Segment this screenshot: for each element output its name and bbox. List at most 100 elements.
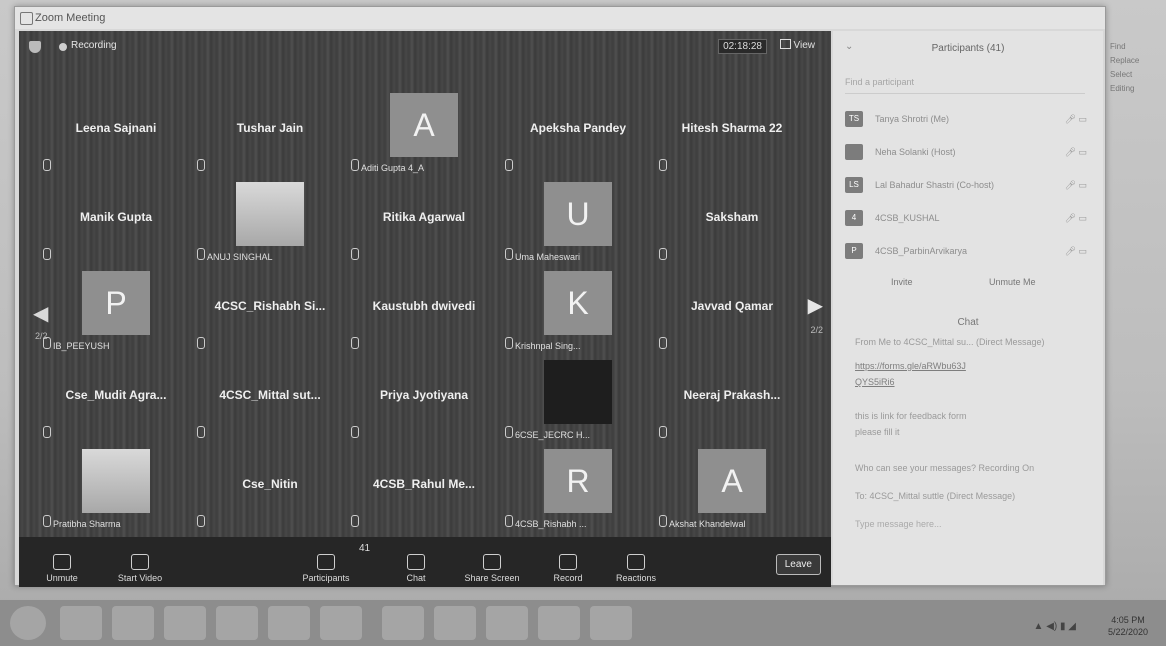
participant-row[interactable]: Neha Solanki (Host) 🎤︎ ▭ [845,142,1095,164]
participant-name: Neeraj Prakash... [683,388,781,402]
ribbon-item: Replace [1110,56,1140,65]
muted-mic-icon [505,248,513,260]
participant-tile[interactable]: Cse_Mudit Agra... [39,358,193,444]
participant-name: Priya Jyotiyana [379,388,469,402]
taskbar-app-icon[interactable] [268,606,310,640]
participants-icon [317,554,335,570]
chat-recording-notice: Who can see your messages? Recording On [855,463,1035,473]
muted-mic-icon [197,248,205,260]
participant-tile[interactable]: Neeraj Prakash... [655,358,809,444]
participant-tile[interactable]: 4CSB_Rahul Me... [347,447,501,533]
participant-tile[interactable]: ANUJ SINGHAL [193,180,347,266]
zoom-taskbar-icon[interactable] [538,606,580,640]
zoom-window: Zoom Meeting Recording 02:18:28 View ◀ 2… [14,6,1106,587]
participant-tile[interactable]: 4CSC_Rishabh Si... [193,269,347,355]
mic-video-status-icon: 🎤︎ ▭ [1064,114,1087,124]
muted-mic-icon [43,426,51,438]
taskbar-app-icon[interactable] [320,606,362,640]
participant-tile[interactable]: Apeksha Pandey [501,91,655,177]
participant-tile[interactable]: Pratibha Sharma [39,447,193,533]
participant-tile[interactable]: Manik Gupta [39,180,193,266]
record-button[interactable]: Record [533,554,603,583]
participant-row[interactable]: TS Tanya Shrotri (Me) 🎤︎ ▭ [845,109,1095,131]
ribbon-item: Find [1110,42,1126,51]
taskbar-clock[interactable]: 4:05 PM 5/22/2020 [1108,614,1148,638]
chat-link-line-2[interactable]: QYS5iRi6 [855,377,895,387]
leave-button[interactable]: Leave [775,554,821,575]
participant-tile[interactable]: Saksham [655,180,809,266]
taskbar-app-icon[interactable] [60,606,102,640]
chat-message-input[interactable]: Type message here... [855,519,942,529]
view-button[interactable]: View [779,39,816,51]
avatar-initial [544,360,612,424]
unmute-me-button[interactable]: Unmute Me [989,277,1036,287]
reactions-label: Reactions [615,573,657,583]
unmute-button[interactable]: Unmute [27,554,97,583]
muted-mic-icon [43,248,51,260]
chat-recipient-row[interactable]: To: 4CSC_Mittal suttle (Direct Message) [855,491,1015,501]
view-label: View [793,40,816,51]
participant-tile[interactable]: Cse_Nitin [193,447,347,533]
participant-row[interactable]: 4 4CSB_KUSHAL 🎤︎ ▭ [845,208,1095,230]
security-shield-icon[interactable] [29,41,41,53]
recipient-select[interactable]: 4CSC_Mittal suttle [870,491,945,501]
participant-tile[interactable]: Javvad Qamar [655,269,809,355]
start-button-icon[interactable] [10,606,46,640]
participant-tile[interactable]: Leena Sajnani [39,91,193,177]
participant-caption: Krishnpal Sing... [515,341,581,351]
participant-tile[interactable]: R 4CSB_Rishabh ... [501,447,655,533]
windows-taskbar: ▲ ◀) ▮ ◢ 4:05 PM 5/22/2020 [0,600,1166,646]
participant-tile[interactable]: P IB_PEEYUSH [39,269,193,355]
participant-name: 4CSC_Mittal sut... [219,388,321,402]
taskbar-app-icon[interactable] [590,606,632,640]
muted-mic-icon [659,337,667,349]
internet-explorer-icon[interactable] [382,606,424,640]
participant-tile[interactable]: K Krishnpal Sing... [501,269,655,355]
recording-dot-icon [59,43,67,51]
participant-search-input[interactable]: Find a participant [845,77,1085,94]
participant-tile[interactable]: Priya Jyotiyana [347,358,501,444]
muted-mic-icon [505,515,513,527]
taskbar-app-icon[interactable] [216,606,258,640]
chat-button[interactable]: Chat [381,554,451,583]
participant-tile[interactable]: A Akshat Khandelwal [655,447,809,533]
share-screen-button[interactable]: Share Screen [457,554,527,583]
participant-row[interactable]: P 4CSB_ParbinArvikarya 🎤︎ ▭ [845,241,1095,263]
participant-tile[interactable]: 4CSC_Mittal sut... [193,358,347,444]
participant-row-name: 4CSB_ParbinArvikarya [875,246,968,256]
avatar-initial: P [82,271,150,335]
participant-tile[interactable]: Tushar Jain [193,91,347,177]
participants-panel-title: Participants (41) [931,43,1005,54]
invite-button[interactable]: Invite [891,277,913,287]
participant-tile[interactable]: A Aditi Gupta 4_A [347,91,501,177]
participant-tile[interactable]: Hitesh Sharma 22 [655,91,809,177]
taskbar-app-icon[interactable] [434,606,476,640]
participant-row-name: Neha Solanki (Host) [875,147,956,157]
chat-link-line-1[interactable]: https://forms.gle/aRWbu63J [855,361,966,371]
reactions-button[interactable]: Reactions [601,554,671,583]
chrome-icon[interactable] [164,606,206,640]
system-tray-icons[interactable]: ▲ ◀) ▮ ◢ [1034,621,1076,632]
muted-mic-icon [505,337,513,349]
start-video-button[interactable]: Start Video [105,554,175,583]
participant-tile[interactable]: Kaustubh dwivedi [347,269,501,355]
participant-avatar: 4 [845,210,863,226]
ribbon-item: Select [1110,70,1133,79]
participant-tile[interactable]: Ritika Agarwal [347,180,501,266]
taskbar-app-icon[interactable] [112,606,154,640]
participants-button[interactable]: Participants [291,554,361,583]
side-panel: ⌄ Participants (41) Find a participant T… [833,31,1103,585]
video-gallery: Recording 02:18:28 View ◀ 2/2 ▶ 2/2 Leen… [19,31,831,587]
muted-mic-icon [197,515,205,527]
mic-video-status-icon: 🎤︎ ▭ [1064,180,1087,190]
clock-time: 4:05 PM [1111,615,1145,625]
participant-row[interactable]: LS Lal Bahadur Shastri (Co-host) 🎤︎ ▭ [845,175,1095,197]
participant-name: Cse_Mudit Agra... [65,388,167,402]
next-page-arrow-icon[interactable]: ▶ [808,293,823,318]
participant-name: Tushar Jain [236,121,304,135]
smiley-face-icon [627,554,645,570]
taskbar-app-icon[interactable] [486,606,528,640]
participant-tile[interactable]: 6CSE_JECRC H... [501,358,655,444]
muted-mic-icon [351,159,359,171]
participant-tile[interactable]: U Uma Maheswari [501,180,655,266]
